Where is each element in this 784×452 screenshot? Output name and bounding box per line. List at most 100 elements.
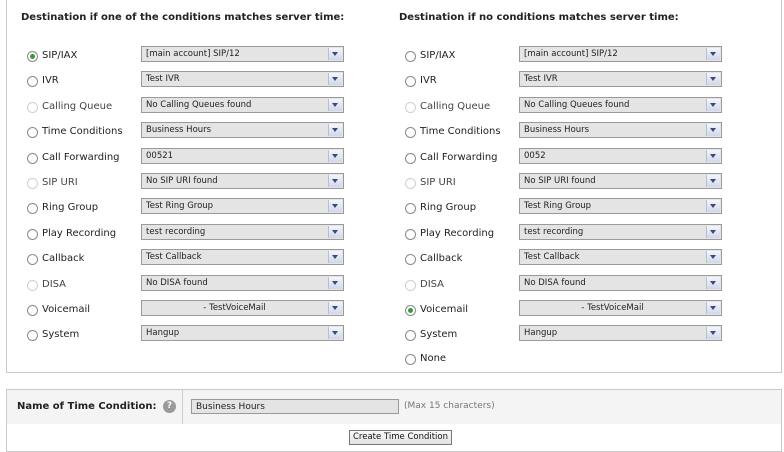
chevron-down-icon[interactable] bbox=[706, 175, 720, 187]
chevron-down-icon[interactable] bbox=[706, 302, 720, 314]
no-match-label-call-forwarding: Call Forwarding bbox=[420, 151, 498, 163]
match-label-time-conditions: Time Conditions bbox=[42, 126, 123, 138]
no-match-select-play-recording[interactable]: test recording bbox=[519, 223, 722, 240]
match-label-sip-uri: SIP URI bbox=[42, 177, 78, 188]
chevron-down-icon[interactable] bbox=[328, 200, 342, 213]
match-select-value-disa: No DISA found bbox=[146, 277, 208, 288]
name-row: Name of Time Condition: ? (Max 15 charac… bbox=[6, 389, 782, 425]
no-match-radio-system[interactable] bbox=[405, 330, 416, 342]
chevron-down-icon[interactable] bbox=[328, 98, 342, 111]
match-select-calling-queue[interactable]: No Calling Queues found bbox=[141, 96, 344, 113]
match-radio-call-forwarding[interactable] bbox=[27, 152, 38, 164]
no-match-select-sip-iax[interactable]: [main account] SIP/12 bbox=[519, 46, 722, 62]
no-match-select-calling-queue[interactable]: No Calling Queues found bbox=[519, 96, 722, 113]
match-select-value-voicemail: - TestVoiceMail bbox=[203, 303, 266, 313]
chevron-down-icon[interactable] bbox=[706, 225, 720, 238]
match-select-disa[interactable]: No DISA found bbox=[141, 274, 344, 291]
match-select-value-sip-uri: No SIP URI found bbox=[146, 176, 218, 186]
match-select-callback[interactable]: Test Callback bbox=[141, 249, 344, 266]
name-label: Name of Time Condition: bbox=[17, 401, 157, 412]
create-time-condition-button[interactable]: Create Time Condition bbox=[349, 430, 453, 445]
no-match-select-call-forwarding[interactable]: 0052 bbox=[519, 147, 722, 164]
destination-panel: Destination if one of the conditions mat… bbox=[6, 0, 782, 373]
chevron-down-icon[interactable] bbox=[328, 327, 342, 340]
match-select-value-call-forwarding: 00521 bbox=[146, 150, 174, 161]
match-radio-ivr[interactable] bbox=[27, 76, 38, 88]
help-icon[interactable]: ? bbox=[163, 400, 176, 413]
no-match-column-title: Destination if no conditions matches ser… bbox=[399, 12, 679, 23]
no-match-label-system: System bbox=[420, 329, 458, 341]
no-match-select-ivr[interactable]: Test IVR bbox=[519, 71, 722, 88]
no-match-select-time-conditions[interactable]: Business Hours bbox=[519, 122, 722, 139]
match-radio-sip-uri bbox=[27, 178, 38, 189]
match-label-ring-group: Ring Group bbox=[42, 202, 99, 214]
match-radio-sip-iax[interactable] bbox=[27, 51, 38, 62]
footer-bar: Create Time Condition bbox=[6, 424, 782, 452]
no-match-radio-call-forwarding[interactable] bbox=[405, 152, 416, 164]
match-select-call-forwarding[interactable]: 00521 bbox=[141, 147, 344, 164]
no-match-radio-callback[interactable] bbox=[405, 254, 416, 266]
no-match-label-play-recording: Play Recording bbox=[420, 227, 495, 239]
match-select-value-time-conditions: Business Hours bbox=[146, 125, 212, 136]
match-select-ring-group[interactable]: Test Ring Group bbox=[141, 198, 344, 215]
match-radio-play-recording[interactable] bbox=[27, 228, 38, 240]
no-match-radio-play-recording[interactable] bbox=[405, 228, 416, 240]
chevron-down-icon[interactable] bbox=[706, 73, 720, 86]
chevron-down-icon[interactable] bbox=[706, 200, 720, 213]
match-select-sip-uri[interactable]: No SIP URI found bbox=[141, 173, 344, 189]
no-match-label-sip-uri: SIP URI bbox=[420, 177, 456, 188]
no-match-select-value-voicemail: - TestVoiceMail bbox=[581, 303, 644, 313]
chevron-down-icon[interactable] bbox=[706, 124, 720, 137]
no-match-label-ring-group: Ring Group bbox=[420, 202, 477, 214]
no-match-radio-calling-queue bbox=[405, 101, 416, 113]
match-select-ivr[interactable]: Test IVR bbox=[141, 71, 344, 88]
no-match-radio-none[interactable] bbox=[405, 353, 416, 365]
chevron-down-icon[interactable] bbox=[706, 251, 720, 264]
no-match-radio-voicemail[interactable] bbox=[405, 305, 416, 316]
chevron-down-icon[interactable] bbox=[328, 48, 342, 60]
no-match-select-value-time-conditions: Business Hours bbox=[524, 125, 590, 136]
match-select-system[interactable]: Hangup bbox=[141, 325, 344, 342]
no-match-radio-ring-group[interactable] bbox=[405, 203, 416, 215]
match-select-value-system: Hangup bbox=[146, 328, 180, 339]
chevron-down-icon[interactable] bbox=[706, 98, 720, 111]
match-select-voicemail[interactable]: - TestVoiceMail bbox=[141, 300, 344, 316]
no-match-label-ivr: IVR bbox=[420, 75, 437, 87]
chevron-down-icon[interactable] bbox=[328, 124, 342, 137]
chevron-down-icon[interactable] bbox=[328, 276, 342, 289]
no-match-select-ring-group[interactable]: Test Ring Group bbox=[519, 198, 722, 215]
no-match-select-system[interactable]: Hangup bbox=[519, 325, 722, 342]
no-match-radio-time-conditions[interactable] bbox=[405, 127, 416, 139]
match-radio-ring-group[interactable] bbox=[27, 203, 38, 215]
chevron-down-icon[interactable] bbox=[328, 73, 342, 86]
chevron-down-icon[interactable] bbox=[328, 251, 342, 264]
chevron-down-icon[interactable] bbox=[706, 327, 720, 340]
time-condition-name-input[interactable] bbox=[191, 399, 399, 414]
chevron-down-icon[interactable] bbox=[328, 302, 342, 314]
match-radio-time-conditions[interactable] bbox=[27, 127, 38, 139]
chevron-down-icon[interactable] bbox=[328, 225, 342, 238]
match-radio-system[interactable] bbox=[27, 330, 38, 342]
no-match-select-sip-uri[interactable]: No SIP URI found bbox=[519, 173, 722, 189]
match-radio-voicemail[interactable] bbox=[27, 305, 38, 316]
no-match-radio-disa bbox=[405, 279, 416, 291]
no-match-radio-ivr[interactable] bbox=[405, 76, 416, 88]
match-label-play-recording: Play Recording bbox=[42, 227, 117, 239]
no-match-select-callback[interactable]: Test Callback bbox=[519, 249, 722, 266]
match-select-value-ring-group: Test Ring Group bbox=[146, 201, 214, 212]
chevron-down-icon[interactable] bbox=[706, 149, 720, 162]
chevron-down-icon[interactable] bbox=[706, 48, 720, 60]
match-select-value-calling-queue: No Calling Queues found bbox=[146, 99, 252, 110]
match-select-time-conditions[interactable]: Business Hours bbox=[141, 122, 344, 139]
no-match-radio-sip-iax[interactable] bbox=[405, 51, 416, 62]
match-select-value-callback: Test Callback bbox=[146, 252, 202, 263]
no-match-select-voicemail[interactable]: - TestVoiceMail bbox=[519, 300, 722, 316]
chevron-down-icon[interactable] bbox=[706, 276, 720, 289]
match-select-play-recording[interactable]: test recording bbox=[141, 223, 344, 240]
match-radio-callback[interactable] bbox=[27, 254, 38, 266]
no-match-select-disa[interactable]: No DISA found bbox=[519, 274, 722, 291]
match-select-sip-iax[interactable]: [main account] SIP/12 bbox=[141, 46, 344, 62]
chevron-down-icon[interactable] bbox=[328, 175, 342, 187]
no-match-label-voicemail: Voicemail bbox=[420, 304, 469, 315]
chevron-down-icon[interactable] bbox=[328, 149, 342, 162]
